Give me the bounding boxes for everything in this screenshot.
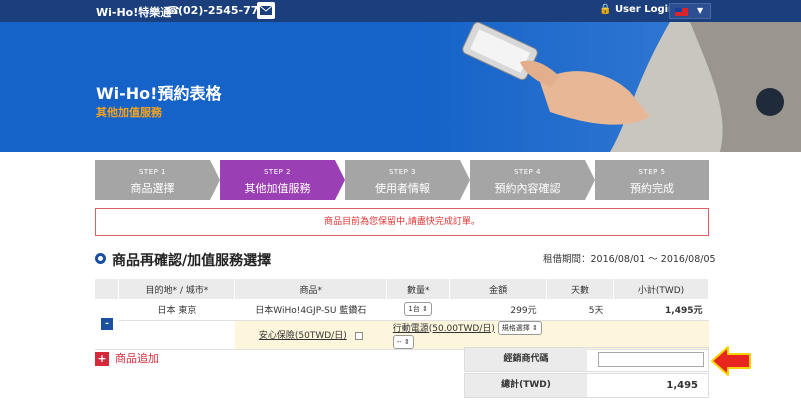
total-label: 總計(TWD) [465, 374, 587, 397]
step-name: 使用者情報 [375, 182, 430, 195]
step-name: 預約內容確認 [494, 182, 561, 195]
spec-select[interactable]: 規格選擇 ⇕ [497, 321, 542, 335]
left-arrow-callout-icon [711, 346, 751, 376]
product-cell: 日本WiHo!4GJP-SU 藍鑽石 [234, 299, 387, 321]
rental-period: 租借期間：2016/08/01 ～ 2016/08/05 [543, 254, 716, 265]
step-name: 其他加值服務 [244, 182, 311, 195]
dealer-code-label: 經銷商代碼 [465, 348, 587, 371]
quantity-cell: 1台 ⇕ [386, 299, 450, 321]
quantity-select[interactable]: 1台 ⇕ [404, 302, 432, 317]
chevron-down-icon: ▼ [697, 6, 704, 15]
top-bar: Wi-Ho!特樂通 ☎(02)-2545-7777 🔒 User Login ▼ [0, 0, 801, 22]
step-2: STEP 2 其他加值服務 [220, 160, 345, 200]
taiwan-flag-icon [675, 8, 688, 16]
order-table: 目的地* / 城市* 商品* 數量* 金額 天數 小計(TWD) - 日本 東京… [95, 279, 709, 350]
table-row: - 日本 東京 日本WiHo!4GJP-SU 藍鑽石 1台 ⇕ 299元 5天 … [95, 299, 709, 350]
power-quantity-select[interactable]: -- ⇕ [392, 335, 414, 349]
hero-photo [420, 22, 801, 152]
remove-cell: - [95, 299, 119, 350]
step-5: STEP 5 預約完成 [595, 160, 709, 200]
step-label: STEP 1 [138, 168, 167, 176]
total-value: 1,495 [666, 380, 698, 391]
step-label: STEP 3 [388, 168, 417, 176]
mail-button[interactable] [257, 2, 275, 19]
step-3: STEP 3 使用者情報 [345, 160, 470, 200]
step-name: 商品選擇 [130, 182, 175, 195]
insurance-checkbox[interactable] [354, 331, 363, 340]
mail-icon [260, 6, 272, 15]
page-title: Wi-Ho!預約表格 [96, 84, 222, 103]
step-label: STEP 5 [638, 168, 666, 176]
days-cell: 5天 [546, 299, 614, 321]
hero-banner: Wi-Ho!預約表格 其他加值服務 [0, 22, 801, 152]
step-label: STEP 4 [513, 168, 542, 176]
reservation-notice: 商品目前為您保留中,請盡快完成訂單。 [95, 208, 709, 236]
dealer-code-row: 經銷商代碼 [464, 347, 709, 372]
spec-select-value: 規格選擇 [501, 324, 530, 332]
circle-bullet-icon [95, 253, 106, 264]
total-row: 總計(TWD) 1,495 [464, 373, 709, 398]
remove-item-button[interactable]: - [100, 318, 113, 330]
power-bank-link[interactable]: 行動電源(50.00TWD/日) [393, 324, 495, 334]
options-spacer [118, 320, 235, 350]
section-title: 商品再確認/加值服務選擇 [112, 253, 272, 269]
dealer-code-input[interactable] [598, 352, 704, 367]
header-destination: 目的地* / 城市* [118, 279, 236, 299]
login-label: User Login [614, 4, 676, 15]
lock-icon: 🔒 [599, 4, 612, 15]
power-quantity-value: -- [396, 338, 402, 346]
header-product: 商品* [234, 279, 388, 299]
options-filler [546, 320, 709, 350]
header-cell [95, 279, 120, 299]
step-arrow [585, 160, 595, 200]
step-1: STEP 1 商品選擇 [95, 160, 220, 200]
phone-icon: ☎ [166, 4, 180, 17]
step-name: 預約完成 [630, 182, 674, 195]
quantity-value: 1台 [408, 305, 420, 314]
insurance-link[interactable]: 安心保險(50TWD/日) [259, 331, 347, 341]
step-arrow [210, 160, 220, 200]
table-header-row: 目的地* / 城市* 商品* 數量* 金額 天數 小計(TWD) [95, 279, 709, 299]
brand-name[interactable]: Wi-Ho!特樂通 [96, 4, 171, 20]
plus-icon: + [95, 352, 109, 366]
header-quantity: 數量* [386, 279, 451, 299]
add-product-label: 商品追加 [115, 352, 159, 365]
step-arrow [335, 160, 345, 200]
page-subtitle: 其他加值服務 [96, 106, 162, 119]
subtotal-cell: 1,495元 [613, 299, 709, 321]
language-selector[interactable]: ▼ [669, 3, 711, 19]
power-bank-option: 行動電源(50.00TWD/日) 規格選擇 ⇕ -- ⇕ [386, 320, 547, 350]
price-cell: 299元 [449, 299, 547, 321]
add-product-button[interactable]: + 商品追加 [95, 350, 159, 366]
header-subtotal: 小計(TWD) [613, 279, 709, 299]
step-label: STEP 2 [263, 168, 292, 176]
header-price: 金額 [449, 279, 548, 299]
user-login-link[interactable]: 🔒 User Login [599, 4, 675, 15]
header-days: 天數 [546, 279, 615, 299]
insurance-option: 安心保險(50TWD/日) [234, 320, 387, 350]
step-arrow [460, 160, 470, 200]
options-row: 安心保險(50TWD/日) 行動電源(50.00TWD/日) 規格選擇 ⇕ --… [95, 320, 709, 350]
step-4: STEP 4 預約內容確認 [470, 160, 595, 200]
destination-cell: 日本 東京 [118, 299, 235, 321]
